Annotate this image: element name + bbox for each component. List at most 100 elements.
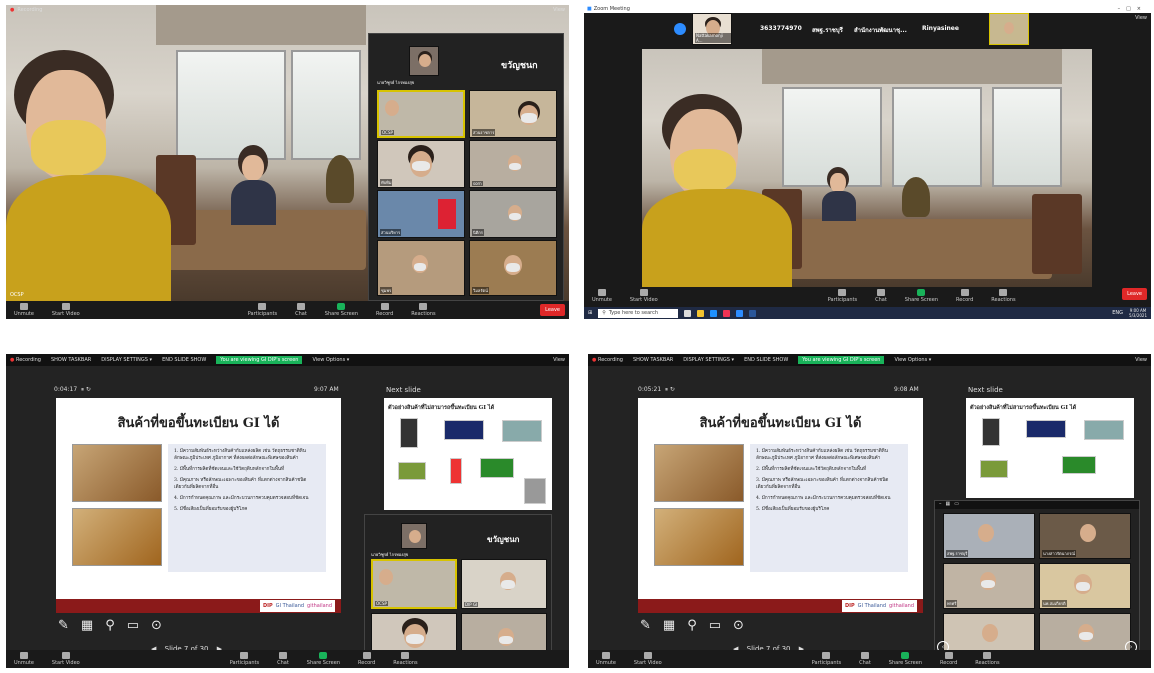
view-options-button[interactable]: View Options ▾ (312, 357, 349, 363)
view-button[interactable]: View (553, 357, 565, 363)
self-name-label: OCSP (10, 292, 24, 298)
zoom-meeting-speaker-view: ■ Zoom Meeting –□× View Nattakamonji A...… (584, 5, 1151, 319)
share-screen-button[interactable]: Share Screen (905, 289, 938, 303)
speaker-view-icon[interactable]: ▭ (954, 501, 959, 509)
gallery-tile[interactable]: พรศรี (943, 563, 1035, 609)
unmute-button[interactable]: Unmute (14, 652, 34, 666)
gallery-tile[interactable]: วิมลรัตน์ (469, 240, 557, 296)
windows-start-icon[interactable]: ⊞ (588, 310, 592, 316)
grid-icon[interactable]: ▦ (946, 501, 951, 509)
end-slideshow-button[interactable]: END SLIDE SHOW (744, 357, 788, 363)
screen-icon[interactable]: ▭ (709, 618, 721, 633)
participants-button[interactable]: Participants (230, 652, 259, 666)
chat-button[interactable]: Chat (859, 652, 871, 666)
grid-icon[interactable]: ▦ (663, 618, 675, 633)
strip-left-arrow-icon[interactable] (674, 23, 686, 35)
show-taskbar-button[interactable]: SHOW TASKBAR (51, 357, 91, 363)
reactions-icon (419, 303, 428, 310)
window-controls[interactable]: –□× (1118, 6, 1147, 12)
record-button[interactable]: Record (956, 289, 973, 303)
reactions-button[interactable]: Reactions (393, 652, 418, 666)
task-view-icon[interactable] (684, 309, 692, 317)
tile-name: นายวิฑูรย์ ไกรทองสุข (371, 552, 409, 557)
view-button[interactable]: View (553, 7, 565, 13)
leave-button[interactable]: Leave (540, 304, 565, 316)
grid-icon[interactable]: ▦ (81, 618, 93, 633)
view-button[interactable]: View (1135, 15, 1147, 21)
end-slideshow-button[interactable]: END SLIDE SHOW (162, 357, 206, 363)
meeting-controls: Unmute Start Video Participants Chat Sha… (6, 650, 569, 668)
reactions-icon (401, 652, 410, 659)
share-screen-button[interactable]: Share Screen (307, 652, 340, 666)
reactions-icon (983, 652, 992, 659)
elapsed-timer: 0:04:17 ⏸ ↻ (54, 386, 91, 393)
chat-button[interactable]: Chat (295, 303, 307, 317)
gallery-tile[interactable]: DIP GI (461, 559, 547, 609)
leave-button[interactable]: Leave (1122, 288, 1147, 300)
annotation-tools: ✎ ▦ ⚲ ▭ ⊙ (640, 618, 744, 633)
reactions-button[interactable]: Reactions (975, 652, 1000, 666)
viewing-banner: You are viewing GI DIP's screen (216, 356, 303, 364)
unmute-button[interactable]: Unmute (596, 652, 616, 666)
gallery-tile[interactable]: ส่วนราชการ (469, 90, 557, 138)
zoom-taskbar-icon[interactable] (736, 309, 744, 317)
start-video-button[interactable]: Start Video (52, 303, 80, 317)
gallery-tile[interactable]: ส่วนบริหาร (377, 190, 465, 238)
share-screen-button[interactable]: Share Screen (889, 652, 922, 666)
zoom-icon[interactable]: ⚲ (687, 618, 697, 633)
chat-icon (296, 303, 305, 310)
record-button[interactable]: Record (358, 652, 375, 666)
gallery-tile[interactable]: ทับทิม (377, 140, 465, 188)
unmute-button[interactable]: Unmute (592, 289, 612, 303)
screen-icon[interactable]: ▭ (127, 618, 139, 633)
start-video-button[interactable]: Start Video (52, 652, 80, 666)
gallery-tile[interactable]: สพฐ.ราชบุรี (943, 513, 1035, 559)
start-video-button[interactable]: Start Video (634, 652, 662, 666)
record-button[interactable]: Record (376, 303, 393, 317)
start-video-button[interactable]: Start Video (630, 289, 658, 303)
gallery-tile[interactable]: OCSP (371, 559, 457, 609)
minimize-icon[interactable]: – (939, 501, 942, 509)
taskbar-search-input[interactable]: ⚲ Type here to search (598, 308, 679, 318)
reactions-button[interactable]: Reactions (991, 289, 1016, 303)
strip-tile[interactable]: Nattakamonji A... (692, 13, 732, 45)
floating-gallery: – ▦ ▭ สพฐ.ราชบุรี นางสาวรัตนาภรณ์ พรศรี นพ… (934, 500, 1140, 664)
zoom-icon[interactable]: ⚲ (105, 618, 115, 633)
show-taskbar-button[interactable]: SHOW TASKBAR (633, 357, 673, 363)
gallery-tile[interactable]: นพ.สมเกียรติ (1039, 563, 1131, 609)
view-options-button[interactable]: View Options ▾ (894, 357, 931, 363)
display-settings-button[interactable]: DISPLAY SETTINGS ▾ (683, 357, 734, 363)
more-icon[interactable]: ⊙ (151, 618, 162, 633)
participants-button[interactable]: Participants (248, 303, 277, 317)
gallery-tile[interactable]: sorn (469, 140, 557, 188)
video-icon (639, 289, 648, 296)
chrome-icon[interactable] (723, 309, 731, 317)
gallery-tile[interactable]: ชุมพร (377, 240, 465, 296)
reactions-button[interactable]: Reactions (411, 303, 436, 317)
display-settings-button[interactable]: DISPLAY SETTINGS ▾ (101, 357, 152, 363)
gallery-tile[interactable]: นิติกร (469, 190, 557, 238)
taskbar-clock[interactable]: 9:00 AM 5/3/2021 (1129, 308, 1147, 318)
recording-indicator: ● Recording (10, 7, 43, 13)
word-icon[interactable] (749, 309, 757, 317)
record-button[interactable]: Record (940, 652, 957, 666)
gallery-top-tile[interactable] (401, 523, 427, 549)
unmute-button[interactable]: Unmute (14, 303, 34, 317)
gallery-panel: ขวัญชนก นายวิฑูรย์ ไกรทองสุข OCSP ส่วนรา… (368, 33, 564, 301)
chat-button[interactable]: Chat (875, 289, 887, 303)
more-icon[interactable]: ⊙ (733, 618, 744, 633)
file-explorer-icon[interactable] (697, 309, 705, 317)
chat-button[interactable]: Chat (277, 652, 289, 666)
participants-button[interactable]: Participants (828, 289, 857, 303)
view-button[interactable]: View (1135, 357, 1147, 363)
share-screen-button[interactable]: Share Screen (325, 303, 358, 317)
participants-button[interactable]: Participants (812, 652, 841, 666)
gallery-top-tile[interactable] (409, 46, 439, 76)
gallery-tile[interactable]: OCSP (377, 90, 465, 138)
pen-icon[interactable]: ✎ (58, 618, 69, 633)
strip-tile[interactable] (989, 13, 1029, 45)
pen-icon[interactable]: ✎ (640, 618, 651, 633)
edge-icon[interactable] (710, 309, 718, 317)
gallery-tile[interactable]: นางสาวรัตนาภรณ์ (1039, 513, 1131, 559)
active-speaker-video (642, 49, 1092, 289)
